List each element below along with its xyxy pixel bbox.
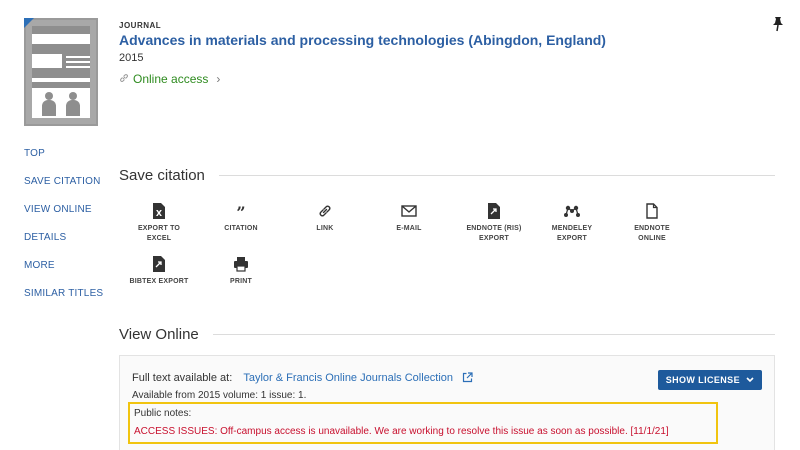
chevron-down-icon (746, 375, 754, 385)
link-icon (290, 203, 360, 221)
people-icon (32, 88, 90, 118)
save-citation-heading: Save citation (119, 167, 775, 184)
sidebar-item-top[interactable]: TOP (24, 148, 103, 176)
sidebar-item-view-online[interactable]: VIEW ONLINE (24, 204, 103, 232)
bibtex-export-button[interactable]: BIBTEX EXPORT (124, 256, 194, 287)
mendeley-export-button[interactable]: MENDELEY EXPORT (537, 203, 607, 244)
provider-link[interactable]: Taylor & Francis Online Journals Collect… (243, 372, 453, 384)
save-citation-title: Save citation (119, 167, 205, 184)
view-online-title: View Online (119, 326, 199, 343)
email-button[interactable]: E-MAIL (374, 203, 444, 234)
citation-button[interactable]: ” CITATION (206, 203, 276, 234)
quote-icon: ” (206, 203, 276, 222)
full-text-label: Full text available at: (132, 372, 233, 384)
full-text-line: Full text available at: Taylor & Francis… (132, 372, 473, 386)
view-online-heading: View Online (119, 326, 775, 343)
public-notes-text: ACCESS ISSUES: Off-campus access is unav… (134, 426, 669, 437)
online-access-link[interactable]: Online access › (119, 72, 220, 86)
chevron-right-icon: › (216, 72, 221, 86)
export-excel-button[interactable]: X EXPORT TO EXCEL (124, 203, 194, 244)
svg-text:X: X (156, 209, 163, 218)
file-export-icon (124, 256, 194, 274)
excel-icon: X (124, 203, 194, 221)
pin-icon[interactable] (771, 16, 785, 32)
record-year: 2015 (119, 52, 144, 64)
sidebar-item-save-citation[interactable]: SAVE CITATION (24, 176, 103, 204)
document-icon (617, 203, 687, 221)
record-title[interactable]: Advances in materials and processing tec… (119, 32, 606, 48)
svg-text:”: ” (236, 203, 245, 219)
endnote-ris-export-button[interactable]: ENDNOTE (RIS) EXPORT (454, 203, 534, 244)
sidebar-item-more[interactable]: MORE (24, 260, 103, 288)
file-export-icon (454, 203, 534, 221)
link-icon (119, 73, 129, 86)
online-access-label: Online access (133, 72, 209, 86)
journal-thumbnail (24, 18, 98, 126)
link-button[interactable]: LINK (290, 203, 360, 234)
mendeley-icon (537, 203, 607, 221)
availability-text: Available from 2015 volume: 1 issue: 1. (132, 390, 307, 401)
print-button[interactable]: PRINT (206, 256, 276, 287)
public-notes-box: Public notes: ACCESS ISSUES: Off-campus … (128, 402, 718, 444)
endnote-online-button[interactable]: ENDNOTE ONLINE (617, 203, 687, 244)
view-online-panel: Full text available at: Taylor & Francis… (119, 355, 775, 450)
show-license-button[interactable]: SHOW LICENSE (657, 370, 762, 390)
resource-type-label: JOURNAL (119, 21, 162, 30)
print-icon (206, 256, 276, 274)
external-link-icon[interactable] (462, 372, 473, 386)
email-icon (374, 203, 444, 221)
section-nav: TOP SAVE CITATION VIEW ONLINE DETAILS MO… (24, 148, 103, 316)
sidebar-item-details[interactable]: DETAILS (24, 232, 103, 260)
public-notes-label: Public notes: (134, 408, 192, 419)
sidebar-item-similar-titles[interactable]: SIMILAR TITLES (24, 288, 103, 316)
